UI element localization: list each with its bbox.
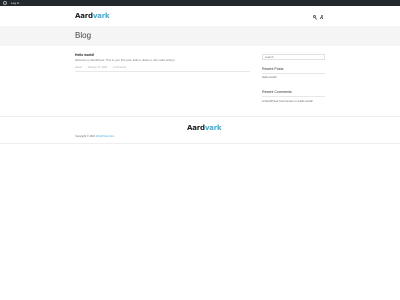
comment-post-link[interactable]: Hello world! [298, 99, 313, 103]
widget-divider [262, 95, 325, 97]
recent-posts-title: Recent Posts [262, 67, 284, 71]
post-date[interactable]: January 27, 2021 [87, 66, 107, 69]
footer-logo-part2: vark [204, 124, 222, 132]
user-icon-body [320, 16, 324, 19]
site-header: Aardvark [0, 6, 400, 26]
footer-bottom-divider [0, 143, 400, 144]
post-author-link[interactable]: admin [75, 66, 82, 69]
recent-comment-item: A WordPress Commenter on Hello world! [262, 99, 313, 104]
wordpress-logo-icon[interactable] [3, 1, 7, 5]
meta-separator: · [109, 66, 111, 69]
site-logo[interactable]: Aardvark [75, 12, 110, 21]
comment-author-link[interactable]: A WordPress Commenter [262, 99, 294, 103]
footer-divider [0, 116, 400, 117]
recent-comments-title: Recent Comments [262, 90, 292, 94]
user-icon[interactable] [320, 14, 324, 20]
recent-post-link[interactable]: Hello world! [262, 75, 277, 80]
footer-logo[interactable]: Aardvark [187, 124, 222, 133]
sidebar-search-input[interactable] [262, 54, 325, 60]
post-meta: admin · January 27, 2021 · 1 Comment [75, 66, 128, 69]
post-divider [75, 70, 250, 72]
post-excerpt: Welcome to WordPress. This is your first… [75, 57, 175, 62]
logo-text-part2: vark [92, 12, 110, 20]
page-title: Blog [75, 31, 92, 40]
footer-logo-part1: Aard [187, 124, 205, 132]
search-icon[interactable] [313, 15, 316, 18]
copyright-prefix: Copyright © 2021 [75, 135, 96, 138]
post-comments-link[interactable]: 1 Comment [113, 66, 126, 69]
copyright-site-link[interactable]: WordPress Dev [96, 135, 114, 138]
meta-separator: · [84, 66, 86, 69]
copyright-text: Copyright © 2021 WordPress Dev [75, 135, 114, 138]
widget-divider [262, 72, 325, 74]
post-title-link[interactable]: Hello world! [75, 53, 94, 57]
page-banner: Blog [0, 26, 400, 46]
logo-text-part1: Aard [75, 12, 93, 20]
